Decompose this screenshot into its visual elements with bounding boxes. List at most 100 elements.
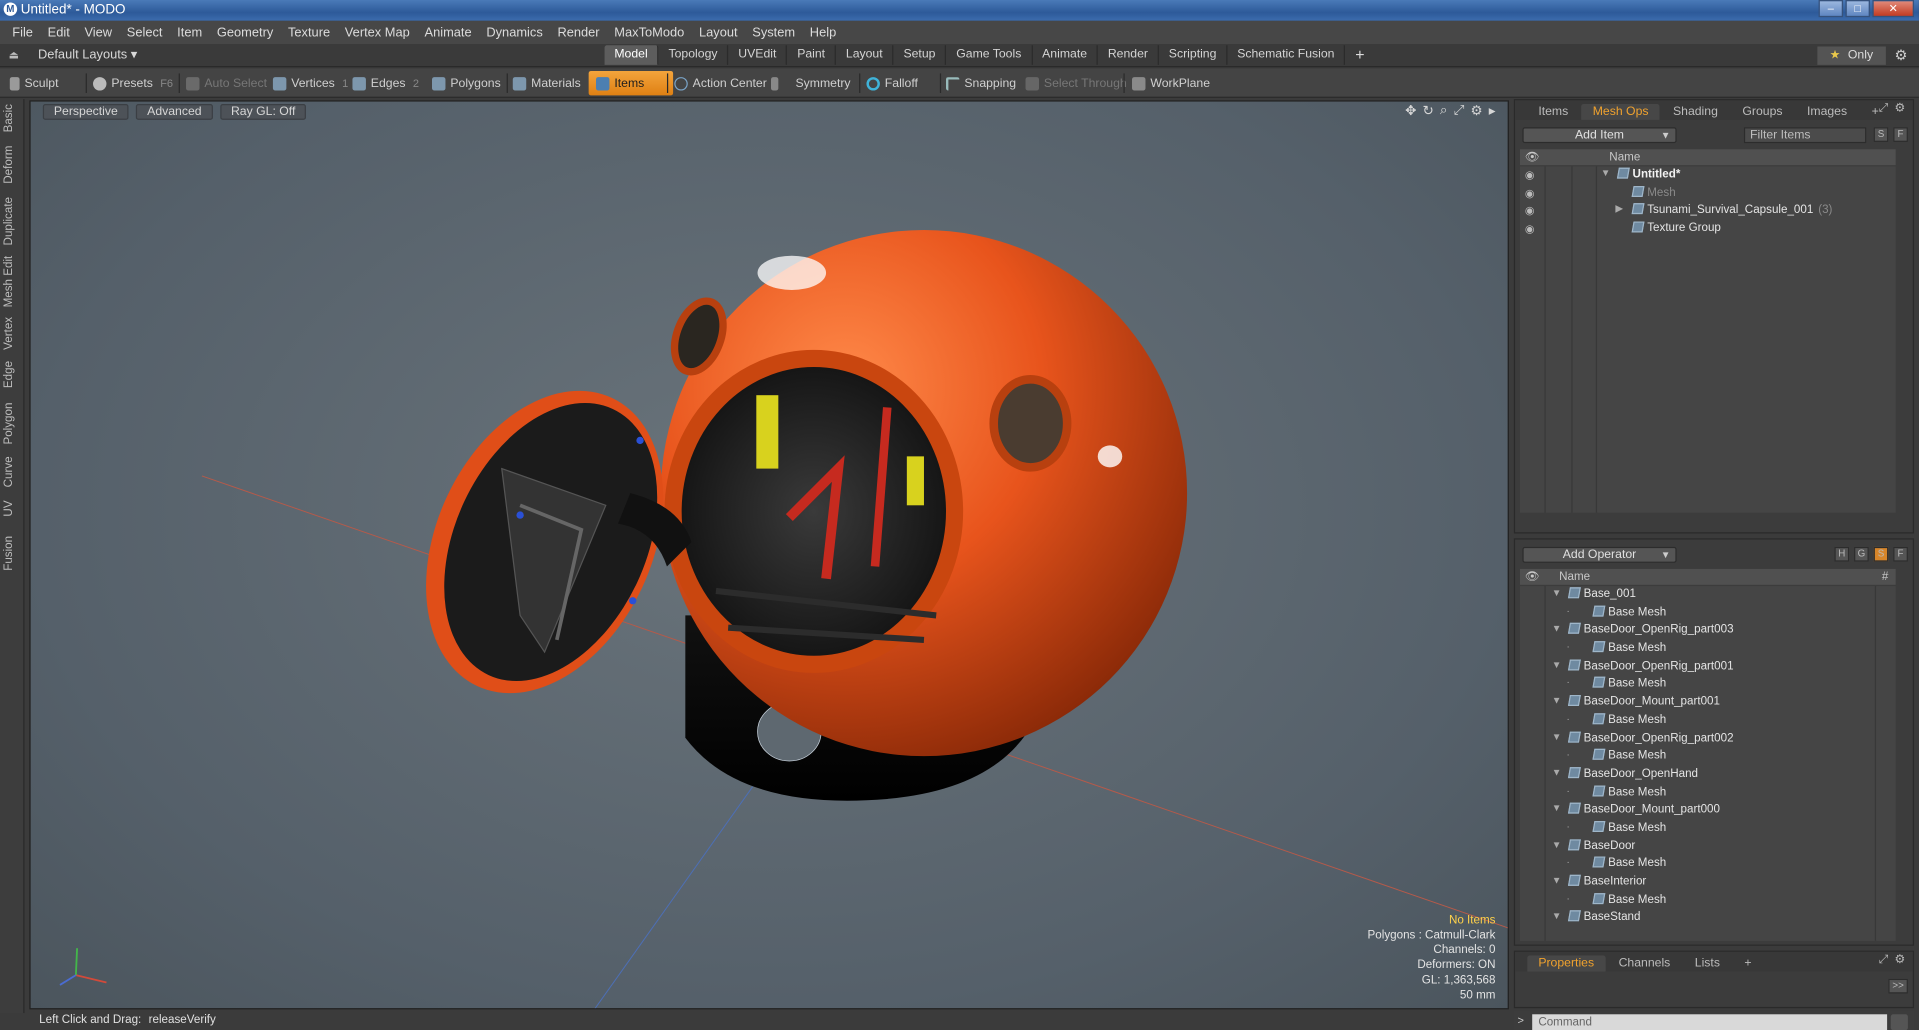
- add-operator-dropdown[interactable]: Add Operator ▼: [1522, 546, 1677, 563]
- visibility-eye-icon[interactable]: ◉: [1525, 187, 1535, 200]
- properties-tab-properties[interactable]: Properties: [1527, 955, 1606, 972]
- maximize-icon[interactable]: ⤢: [1454, 103, 1465, 119]
- 3d-viewport[interactable]: Perspective Advanced Ray GL: Off ✥ ↻ ⌕ ⤢…: [29, 100, 1509, 1010]
- expand-twirl-icon[interactable]: ▼: [1552, 731, 1562, 742]
- expand-icon[interactable]: ⤢: [1879, 102, 1889, 115]
- zoom-icon[interactable]: ⌕: [1440, 103, 1448, 119]
- materials-button[interactable]: Materials: [512, 71, 581, 95]
- expand-twirl-icon[interactable]: ▶: [1615, 204, 1623, 215]
- workplane-button[interactable]: WorkPlane: [1132, 71, 1210, 95]
- meshop-row[interactable]: ▼ BaseDoor_Mount_part001: [1520, 694, 1896, 712]
- command-input[interactable]: Command: [1532, 1014, 1888, 1030]
- f-toggle[interactable]: F: [1893, 127, 1908, 142]
- meshop-row[interactable]: · Base Mesh: [1520, 856, 1896, 874]
- items-tab-images[interactable]: Images: [1796, 104, 1858, 120]
- tab-scripting[interactable]: Scripting: [1159, 45, 1228, 65]
- edges-button[interactable]: Edges 2: [352, 71, 419, 95]
- close-button[interactable]: ✕: [1872, 0, 1915, 18]
- menu-item-dynamics[interactable]: Dynamics: [479, 25, 550, 40]
- side-tab-basic[interactable]: Basic: [2, 104, 22, 132]
- polygons-button[interactable]: Polygons: [432, 71, 501, 95]
- only-button[interactable]: ★ Only: [1817, 46, 1886, 65]
- menu-item-select[interactable]: Select: [119, 25, 169, 40]
- pan-icon[interactable]: ✥: [1405, 103, 1416, 119]
- collapse-icon[interactable]: ⏏: [9, 49, 19, 62]
- meshop-row[interactable]: ▼ BaseDoor_OpenRig_part001: [1520, 658, 1896, 676]
- tree-item[interactable]: ◉ Texture Group: [1520, 220, 1896, 238]
- tab-model[interactable]: Model: [604, 45, 659, 65]
- items-tab-mesh-ops[interactable]: Mesh Ops: [1581, 103, 1660, 120]
- expand-twirl-icon[interactable]: ▼: [1552, 875, 1562, 886]
- tab-render[interactable]: Render: [1098, 45, 1160, 65]
- tab-schematic-fusion[interactable]: Schematic Fusion: [1227, 45, 1346, 65]
- meshop-row[interactable]: · Base Mesh: [1520, 676, 1896, 694]
- visibility-eye-icon[interactable]: ◉: [1525, 205, 1535, 218]
- meshop-row[interactable]: ▼ BaseDoor: [1520, 838, 1896, 856]
- side-tab-mesh-edit[interactable]: Mesh Edit: [2, 256, 22, 308]
- filter-items-input[interactable]: Filter Items: [1743, 127, 1867, 144]
- visibility-eye-icon[interactable]: ◉: [1525, 223, 1535, 236]
- record-macro-button[interactable]: [1890, 1014, 1908, 1030]
- properties-tab-lists[interactable]: Lists: [1684, 956, 1731, 972]
- panel-gear-icon[interactable]: ⚙: [1894, 953, 1905, 966]
- meshop-row[interactable]: · Base Mesh: [1520, 892, 1896, 910]
- symmetry-button[interactable]: Symmetry: [770, 71, 851, 95]
- side-tab-vertex[interactable]: Vertex: [2, 317, 22, 350]
- falloff-button[interactable]: Falloff: [866, 71, 918, 95]
- menu-item-vertex-map[interactable]: Vertex Map: [337, 25, 417, 40]
- add-item-dropdown[interactable]: Add Item ▼: [1522, 127, 1677, 144]
- view-type-button[interactable]: Perspective: [42, 103, 129, 120]
- visibility-eye-icon[interactable]: ◉: [1525, 169, 1535, 182]
- items-tab-items[interactable]: Items: [1527, 104, 1579, 120]
- expand-twirl-icon[interactable]: ▼: [1601, 168, 1611, 179]
- meshop-row[interactable]: ▼ BaseInterior: [1520, 874, 1896, 892]
- menu-item-render[interactable]: Render: [550, 25, 607, 40]
- maximize-button[interactable]: □: [1845, 0, 1870, 18]
- expand-twirl-icon[interactable]: ▼: [1552, 587, 1562, 598]
- presets-button[interactable]: Presets F6: [93, 71, 173, 95]
- menu-item-texture[interactable]: Texture: [281, 25, 338, 40]
- side-tab-curve[interactable]: Curve: [2, 456, 22, 487]
- menu-item-edit[interactable]: Edit: [40, 25, 77, 40]
- tab-topology[interactable]: Topology: [659, 45, 729, 65]
- side-tab-uv[interactable]: UV: [2, 500, 22, 516]
- meshop-row[interactable]: ▼ BaseDoor_OpenHand: [1520, 766, 1896, 784]
- properties-add-tab-button[interactable]: +: [1733, 956, 1762, 972]
- expand-twirl-icon[interactable]: ▼: [1552, 695, 1562, 706]
- side-tab-edge[interactable]: Edge: [2, 361, 22, 388]
- settings-icon[interactable]: ⚙: [1471, 103, 1483, 119]
- tree-item[interactable]: ◉ Mesh: [1520, 184, 1896, 202]
- expand-twirl-icon[interactable]: ▼: [1552, 767, 1562, 778]
- action-center-button[interactable]: Action Center: [674, 71, 767, 95]
- s-toggle[interactable]: S: [1873, 127, 1889, 142]
- tree-item[interactable]: ◉ ▼ Untitled*: [1520, 166, 1896, 184]
- meshop-row[interactable]: ▼ BaseDoor_Mount_part000: [1520, 802, 1896, 820]
- meshop-row[interactable]: · Base Mesh: [1520, 640, 1896, 658]
- shading-mode-button[interactable]: Advanced: [136, 103, 213, 120]
- menu-item-view[interactable]: View: [77, 25, 119, 40]
- default-layouts-menu[interactable]: Default Layouts ▾: [38, 48, 137, 63]
- tab-game-tools[interactable]: Game Tools: [946, 45, 1033, 65]
- raygl-button[interactable]: Ray GL: Off: [219, 103, 307, 120]
- side-tab-deform[interactable]: Deform: [2, 146, 22, 184]
- gear-icon[interactable]: ⚙: [1894, 46, 1907, 63]
- items-button[interactable]: Items: [588, 70, 674, 96]
- menu-item-file[interactable]: File: [5, 25, 40, 40]
- tree-item[interactable]: ◉ ▶ Tsunami_Survival_Capsule_001 (3): [1520, 202, 1896, 220]
- side-tab-duplicate[interactable]: Duplicate: [2, 197, 22, 245]
- viewport-scene[interactable]: [31, 102, 1509, 1010]
- tab-animate[interactable]: Animate: [1032, 45, 1099, 65]
- minimize-button[interactable]: –: [1818, 0, 1844, 18]
- panel-gear-icon[interactable]: ⚙: [1894, 102, 1905, 115]
- meshop-row[interactable]: · Base Mesh: [1520, 820, 1896, 838]
- meshop-row[interactable]: · Base Mesh: [1520, 784, 1896, 802]
- tab-layout[interactable]: Layout: [836, 45, 894, 65]
- vertices-button[interactable]: Vertices 1: [272, 71, 348, 95]
- sculpt-button[interactable]: Sculpt: [9, 71, 59, 95]
- expand-icon[interactable]: ⤢: [1879, 953, 1889, 966]
- expand-twirl-icon[interactable]: ▼: [1552, 911, 1562, 922]
- meshop-row[interactable]: · Base Mesh: [1520, 748, 1896, 766]
- tab-paint[interactable]: Paint: [787, 45, 837, 65]
- meshop-row[interactable]: · Base Mesh: [1520, 604, 1896, 622]
- rotate-icon[interactable]: ↻: [1423, 103, 1434, 119]
